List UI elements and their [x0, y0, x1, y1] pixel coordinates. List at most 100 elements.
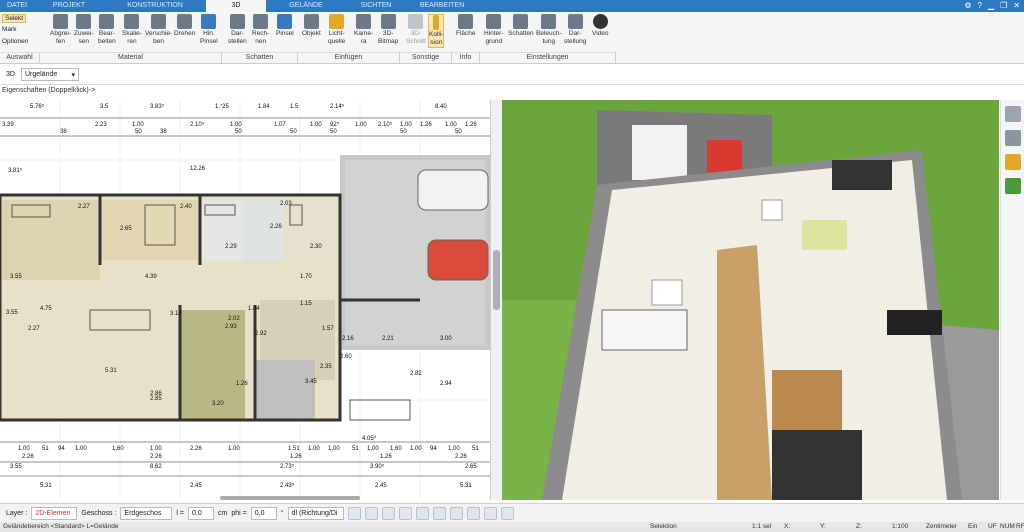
l-input[interactable]: 0,0 — [188, 506, 215, 520]
layers-icon[interactable] — [1004, 106, 1021, 122]
cursor-icon[interactable] — [381, 506, 395, 520]
layer-select[interactable]: Urgelände ▾ — [20, 68, 79, 81]
tab-bearbeiten[interactable]: BEARBEITEN — [406, 0, 478, 12]
maximize-icon[interactable]: ❐ — [1000, 1, 1007, 10]
drehen-button[interactable]: Drehen — [174, 14, 195, 38]
flaeche-button[interactable]: Fläche — [456, 14, 476, 38]
layer-toggle-icon[interactable] — [449, 506, 463, 520]
verschieben-button[interactable]: Verschie- ben — [145, 14, 172, 46]
chair-icon — [303, 14, 319, 29]
plan-vertical-scrollbar[interactable] — [490, 100, 502, 500]
zuweisen-button[interactable]: Zuwei- sen — [74, 14, 94, 46]
tab-gelaende[interactable]: GELÄNDE — [266, 0, 346, 12]
optionen-button[interactable]: Optionen — [2, 38, 28, 46]
dim-bot1-13: 1.60 — [390, 446, 402, 452]
schnitt3d-button[interactable]: 3D- Schnitt — [406, 14, 426, 46]
materials-icon[interactable] — [1004, 154, 1021, 170]
schatten-button[interactable]: Schatten — [508, 14, 534, 38]
phi-input[interactable]: 0,0 — [250, 506, 277, 520]
dim-room-28: 3.19 — [170, 311, 182, 317]
geschoss-select[interactable]: Erdgeschos — [120, 506, 173, 520]
minimize-icon[interactable]: ▁ — [988, 1, 994, 10]
selekt-button[interactable]: Selekt — [2, 14, 27, 23]
wand-icon[interactable] — [398, 506, 412, 520]
floor-plan-view[interactable]: 5.76⁵ 3.5 3.83⁵ 1.⁷25 1.84 1.5 2.14⁵ 8.4… — [0, 100, 490, 500]
gear-icon[interactable]: ⚙ — [964, 1, 971, 10]
dim-bot1-11: 51 — [352, 446, 359, 452]
tab-projekt[interactable]: PROJEKT — [34, 0, 104, 12]
darstellung-button[interactable]: Dar- stellung — [564, 14, 586, 46]
rechnen-button[interactable]: Rech- nen — [252, 14, 269, 46]
dim-sub-0: 3.39 — [2, 122, 14, 128]
tab-datei[interactable]: DATEI — [0, 0, 34, 12]
tab-konstruktion[interactable]: KONSTRUKTION — [104, 0, 206, 12]
right-toolbar — [1000, 100, 1024, 500]
pinsel-button[interactable]: Pinsel — [276, 14, 294, 38]
bottom-toolbar: Layer : 2D-Elemen Geschoss : Erdgeschos … — [0, 503, 1024, 522]
darstellen-button[interactable]: Dar- stellen — [228, 14, 247, 46]
ortho-icon[interactable] — [432, 506, 446, 520]
mark-button[interactable]: Mark — [2, 26, 16, 34]
rotate-icon — [177, 14, 193, 29]
dim-room-4: 2.29 — [225, 244, 237, 250]
dim-top-2: 3.83⁵ — [150, 103, 165, 110]
dim-bot4-0: 5.31 — [40, 483, 52, 489]
objekt-button[interactable]: Objekt — [302, 14, 321, 38]
sub-toolbar: 3D Urgelände ▾ — [0, 65, 1024, 85]
status-bar: Geländebereich <Standard> L=Gelände Sele… — [0, 522, 1024, 532]
window-controls: ⚙ ? ▁ ❐ ✕ — [964, 1, 1020, 10]
dim-room-17: 2.16 — [342, 336, 354, 342]
dim-bot1-12: 1.00 — [367, 446, 379, 452]
tab-3d[interactable]: 3D — [206, 0, 266, 12]
screen-icon[interactable] — [364, 506, 378, 520]
dim-bot1-3: 1.00 — [75, 446, 87, 452]
status-x: X: — [784, 523, 791, 530]
dim-sub-13: 1.26 — [465, 122, 477, 128]
navigation-icon[interactable] — [500, 506, 514, 520]
snap-icon[interactable] — [415, 506, 429, 520]
dim-left-3: 2.27 — [28, 326, 40, 332]
dim-room-27: 4.75 — [40, 306, 52, 312]
beleuchtung-button[interactable]: Beleuch- tung — [536, 14, 562, 46]
help-icon[interactable]: ? — [978, 1, 982, 10]
dim-top-4: 1.84 — [258, 104, 270, 110]
dim-room-0: 2.27 — [78, 204, 90, 210]
plan-horizontal-scrollbar[interactable] — [220, 496, 360, 500]
furniture-icon[interactable] — [1004, 130, 1021, 146]
section-icon — [408, 14, 424, 29]
dim-top-7: 8.40 — [435, 104, 447, 110]
direction-select[interactable]: dl (Richtung/Di — [287, 506, 344, 520]
phi-unit: ° — [280, 509, 284, 517]
clock-icon[interactable] — [347, 506, 361, 520]
dim-room-2: 2.40 — [180, 204, 192, 210]
bearbeiten-button[interactable]: Bear- beiten — [98, 14, 116, 46]
3d-view[interactable] — [502, 100, 999, 500]
dim-sub2-4: 50 — [290, 129, 297, 135]
abgreifen-button[interactable]: Abgrei- fen — [50, 14, 71, 46]
dim-sub-3: 2.10⁵ — [190, 121, 205, 128]
move-icon — [151, 14, 167, 29]
hintergrund-button[interactable]: Hinter- grund — [484, 14, 504, 46]
grid-icon[interactable] — [466, 506, 480, 520]
dim-bot1-10: 1.00 — [328, 446, 340, 452]
status-ein: Ein — [968, 523, 978, 530]
pinsel-icon — [277, 14, 293, 29]
area-icon — [458, 14, 474, 29]
view-label: 3D — [6, 71, 15, 78]
tab-sichten[interactable]: SICHTEN — [346, 0, 406, 12]
layout-icon[interactable] — [483, 506, 497, 520]
plant-icon[interactable] — [1004, 178, 1021, 194]
dim-sub2-7: 50 — [455, 129, 462, 135]
dim-sub-12: 1.00 — [445, 122, 457, 128]
bitmap3d-button[interactable]: 3D- Bitmap — [378, 14, 398, 46]
hinpinsel-button[interactable]: Hin. Pinsel — [200, 14, 218, 46]
scrollbar-thumb[interactable] — [493, 250, 500, 310]
close-icon[interactable]: ✕ — [1013, 1, 1020, 10]
lichtquelle-button[interactable]: Licht- quelle — [328, 14, 345, 46]
skalieren-button[interactable]: Skalie- ren — [122, 14, 142, 46]
kollision-button[interactable]: Kolli- sion — [428, 14, 445, 48]
video-button[interactable]: Video — [592, 14, 609, 38]
layer-select[interactable]: 2D-Elemen — [31, 506, 78, 520]
kamera-button[interactable]: Kame- ra — [354, 14, 373, 46]
status-scale: 1:100 — [892, 523, 909, 530]
